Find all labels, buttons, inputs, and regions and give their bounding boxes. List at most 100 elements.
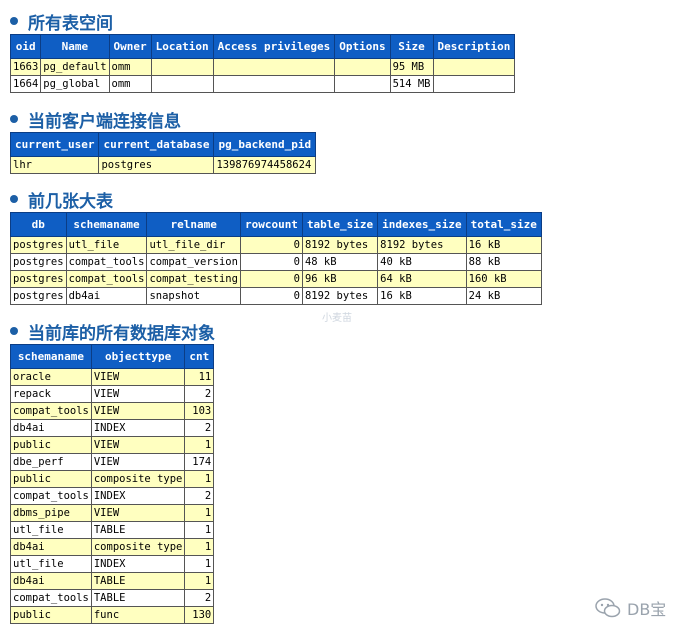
table-cell: VIEW <box>90 402 186 420</box>
table-cell: 48 kB <box>301 253 379 271</box>
column-header: table_size <box>301 212 379 237</box>
bullet-icon <box>10 115 18 123</box>
db-objects-table: schemaname objecttype cnt oracle VIEW 11 re… <box>10 344 215 624</box>
table-cell: db4ai <box>65 287 148 305</box>
table-cell: 0 <box>239 236 303 254</box>
table-header-row: schemaname objecttype cnt <box>10 344 215 369</box>
table-row: compat_tools VIEW 103 <box>10 402 215 420</box>
table-cell <box>432 75 516 93</box>
table-cell: 24 kB <box>465 287 542 305</box>
table-cell: 40 kB <box>377 253 467 271</box>
table-row: db4ai INDEX 2 <box>10 419 215 437</box>
logo-text: DB宝 <box>627 600 667 619</box>
table-cell: 1664 <box>9 75 42 93</box>
table-row: 1664 pg_global omm 514 MB <box>9 75 516 93</box>
table-cell: 174 <box>184 453 215 471</box>
table-row: lhr postgres 139876974458624 <box>9 156 317 174</box>
table-header-row: current_user current_database pg_backend… <box>9 132 317 157</box>
column-header: Size <box>389 34 434 59</box>
table-cell: 1 <box>184 436 215 454</box>
table-row: oracle VIEW 11 <box>10 368 215 386</box>
table-cell: VIEW <box>90 385 186 403</box>
column-header: Name <box>40 34 110 59</box>
section-db-objects: 当前库的所有数据库对象 schemaname objecttype cnt or… <box>10 320 215 624</box>
table-cell: dbe_perf <box>10 453 92 471</box>
column-header: current_database <box>98 132 215 157</box>
section-title: 当前客户端连接信息 <box>28 111 181 132</box>
table-cell: oracle <box>10 368 92 386</box>
table-cell: public <box>10 436 92 454</box>
table-cell: public <box>10 606 92 624</box>
table-cell: compat_version <box>146 253 241 271</box>
table-cell: 16 kB <box>465 236 542 254</box>
table-row: repack VIEW 2 <box>10 385 215 403</box>
table-cell: 0 <box>239 287 303 305</box>
table-cell: TABLE <box>90 589 186 607</box>
table-cell: pg_global <box>40 75 110 93</box>
table-cell: compat_tools <box>10 487 92 505</box>
table-cell: db4ai <box>10 538 92 556</box>
table-cell: 139876974458624 <box>213 156 317 174</box>
table-row: utl_file TABLE 1 <box>10 521 215 539</box>
table-cell: 160 kB <box>465 270 542 288</box>
table-row: dbe_perf VIEW 174 <box>10 453 215 471</box>
table-row: compat_tools INDEX 2 <box>10 487 215 505</box>
table-cell: composite type <box>90 538 186 556</box>
table-cell: 1 <box>184 572 215 590</box>
table-cell: VIEW <box>90 368 186 386</box>
table-cell: utl_file <box>10 555 92 573</box>
column-header: rowcount <box>239 212 303 237</box>
table-cell: pg_default <box>40 58 110 76</box>
section-title: 所有表空间 <box>28 13 113 34</box>
column-header: objecttype <box>90 344 186 369</box>
table-cell: 0 <box>239 270 303 288</box>
wechat-icon <box>595 598 621 618</box>
table-cell: postgres <box>10 253 67 271</box>
tablespaces-table: oid Name Owner Location Access privilege… <box>9 34 516 93</box>
table-cell: 8192 bytes <box>301 236 379 254</box>
large-tables-table: db schemaname relname rowcount table_siz… <box>10 212 542 305</box>
table-cell: 16 kB <box>377 287 467 305</box>
connection-table: current_user current_database pg_backend… <box>9 132 317 174</box>
section-heading: 前几张大表 <box>10 188 542 212</box>
column-header: cnt <box>184 344 215 369</box>
table-cell <box>432 58 516 76</box>
table-cell: db4ai <box>10 572 92 590</box>
table-cell: TABLE <box>90 521 186 539</box>
table-cell: 8192 bytes <box>377 236 467 254</box>
table-cell: compat_tools <box>10 589 92 607</box>
table-cell: 64 kB <box>377 270 467 288</box>
table-cell: 1 <box>184 470 215 488</box>
table-cell: compat_tools <box>65 253 148 271</box>
column-header: oid <box>9 34 42 59</box>
column-header: relname <box>146 212 241 237</box>
table-row: postgres utl_file utl_file_dir 0 8192 by… <box>10 236 542 254</box>
logo: DB宝 <box>595 596 666 620</box>
table-cell: 1 <box>184 521 215 539</box>
table-cell: utl_file <box>10 521 92 539</box>
bullet-icon <box>10 195 18 203</box>
table-cell: public <box>10 470 92 488</box>
table-row: compat_tools TABLE 2 <box>10 589 215 607</box>
table-cell: 514 MB <box>389 75 434 93</box>
column-header: schemaname <box>65 212 148 237</box>
table-cell: snapshot <box>146 287 241 305</box>
table-cell: 88 kB <box>465 253 542 271</box>
table-cell: db4ai <box>10 419 92 437</box>
table-cell <box>212 58 336 76</box>
table-row: public VIEW 1 <box>10 436 215 454</box>
table-cell <box>150 75 214 93</box>
table-cell: 1 <box>184 538 215 556</box>
table-cell: INDEX <box>90 419 186 437</box>
table-cell: omm <box>108 58 152 76</box>
table-cell: omm <box>108 75 152 93</box>
column-header: pg_backend_pid <box>213 132 317 157</box>
table-cell: compat_tools <box>10 402 92 420</box>
table-cell: postgres <box>98 156 215 174</box>
table-cell: INDEX <box>90 487 186 505</box>
column-header: db <box>10 212 67 237</box>
table-row: dbms_pipe VIEW 1 <box>10 504 215 522</box>
table-row: postgres db4ai snapshot 0 8192 bytes 16 … <box>10 287 542 305</box>
table-row: db4ai composite type 1 <box>10 538 215 556</box>
section-large-tables: 前几张大表 db schemaname relname rowcount tab… <box>10 188 542 305</box>
